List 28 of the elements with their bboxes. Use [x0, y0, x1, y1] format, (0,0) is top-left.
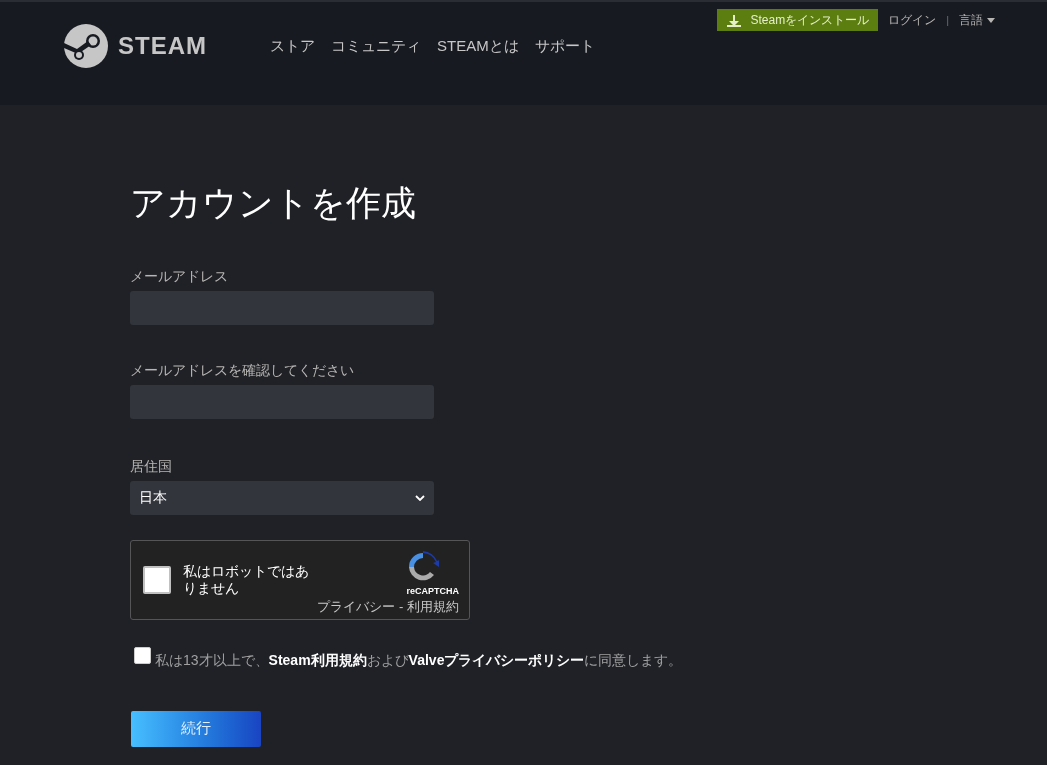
caret-icon: [987, 17, 995, 23]
login-link[interactable]: ログイン: [888, 11, 937, 29]
nav-link[interactable]: ストア: [270, 34, 315, 58]
field-label: 居住国: [130, 456, 173, 476]
nav-link[interactable]: STEAMとは: [437, 34, 519, 58]
separator-text: |: [946, 12, 949, 28]
nav-link[interactable]: コミュニティ: [331, 34, 421, 58]
field-label: メールアドレスを確認してください: [130, 360, 355, 380]
terms-link[interactable]: Valveプライバシーポリシー: [408, 651, 585, 668]
agreement-checkbox[interactable]: [134, 646, 151, 664]
steam-logo-icon: [64, 24, 108, 68]
page-title: アカウントを作成: [130, 182, 417, 224]
continue-button[interactable]: 続行: [131, 710, 261, 747]
captcha-label: 私はロボットではありません: [183, 562, 310, 597]
country-select[interactable]: 日本: [130, 480, 434, 515]
recaptcha-brand: reCAPTCHA: [406, 584, 459, 598]
language-dropdown[interactable]: 言語: [959, 11, 995, 29]
field-label: メールアドレス: [130, 266, 229, 286]
chevron-down-icon: [415, 494, 425, 501]
terms-link[interactable]: Steam利用規約: [268, 651, 367, 668]
captcha-checkbox[interactable]: [143, 565, 171, 594]
install-steam-button[interactable]: Steamをインストール: [717, 9, 879, 31]
steam-logo-text: STEAM: [118, 31, 207, 61]
download-icon: [726, 13, 743, 27]
agreement-text: 私は13才以上で、Steam利用規約およびValveプライバシーポリシーに同意します。: [155, 650, 683, 670]
nav-link[interactable]: サポート: [534, 34, 595, 58]
recaptcha-logo-icon: [407, 550, 439, 583]
recaptcha-links[interactable]: プライバシー - 利用規約: [317, 599, 459, 615]
